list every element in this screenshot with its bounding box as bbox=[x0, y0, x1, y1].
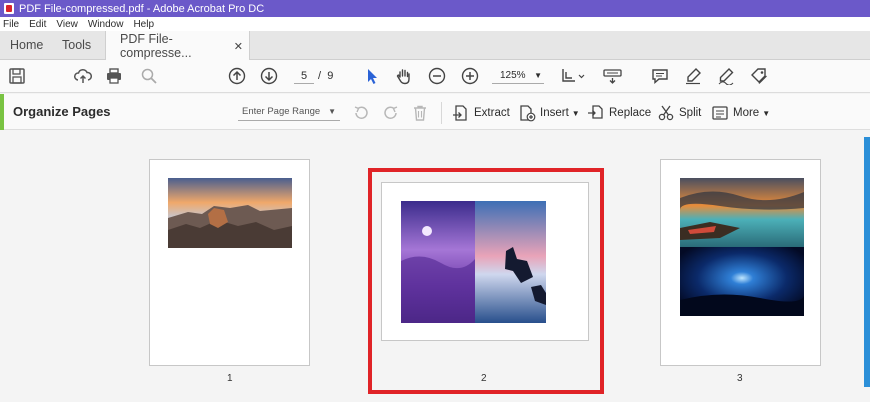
insert-page-icon bbox=[520, 105, 536, 122]
hand-tool-icon[interactable] bbox=[394, 66, 414, 86]
window-title: PDF File-compressed.pdf - Adobe Acrobat … bbox=[19, 2, 265, 15]
more-options-icon bbox=[712, 106, 728, 120]
zoom-in-icon[interactable] bbox=[460, 66, 480, 86]
chevron-down-icon: ▼ bbox=[762, 108, 771, 118]
replace-button[interactable]: Replace bbox=[587, 103, 651, 123]
more-label: More bbox=[733, 107, 760, 119]
page-3-lake-night-image bbox=[680, 178, 804, 316]
page-number-2: 2 bbox=[481, 373, 487, 384]
scrollbar[interactable] bbox=[864, 137, 870, 387]
page-range-placeholder: Enter Page Range bbox=[242, 106, 321, 117]
save-icon[interactable] bbox=[7, 66, 27, 86]
tab-document-label: PDF File-compresse... bbox=[120, 32, 192, 60]
page-number-3: 3 bbox=[737, 373, 743, 384]
chevron-down-icon: ▼ bbox=[534, 71, 542, 80]
highlight-icon[interactable] bbox=[683, 66, 703, 86]
rotate-right-icon[interactable] bbox=[382, 103, 404, 123]
keyboard-tool-icon[interactable] bbox=[601, 66, 625, 86]
page-count: / 9 bbox=[318, 70, 334, 82]
scissors-icon bbox=[658, 105, 674, 121]
tab-document[interactable]: PDF File-compresse... ✕ bbox=[105, 31, 250, 61]
close-icon[interactable]: ✕ bbox=[234, 40, 243, 53]
draw-sign-icon[interactable] bbox=[716, 66, 736, 86]
extract-label: Extract bbox=[474, 107, 510, 119]
current-page-input[interactable]: 5 bbox=[294, 68, 314, 84]
page-range-select[interactable]: Enter Page Range ▼ bbox=[238, 105, 340, 121]
menu-view[interactable]: View bbox=[56, 19, 78, 30]
main-toolbar: 5 / 9 125% ▼ bbox=[0, 60, 870, 93]
menu-bar: File Edit View Window Help bbox=[0, 17, 870, 31]
tool-accent-bar bbox=[0, 94, 4, 130]
next-page-icon[interactable] bbox=[259, 66, 279, 86]
split-label: Split bbox=[679, 107, 702, 119]
previous-page-icon[interactable] bbox=[227, 66, 247, 86]
page-number-1: 1 bbox=[227, 373, 233, 384]
extract-button[interactable]: Extract bbox=[452, 103, 510, 123]
select-cursor-icon[interactable] bbox=[362, 66, 382, 86]
page-thumbnail-3[interactable] bbox=[660, 159, 821, 366]
organize-pages-title: Organize Pages bbox=[13, 104, 111, 119]
rotate-left-icon[interactable] bbox=[352, 103, 374, 123]
selected-page-highlight bbox=[368, 168, 604, 394]
title-bar: PDF File-compressed.pdf - Adobe Acrobat … bbox=[0, 0, 870, 17]
delete-page-icon[interactable] bbox=[411, 103, 433, 123]
menu-file[interactable]: File bbox=[3, 19, 19, 30]
page-thumbnail-1[interactable] bbox=[149, 159, 310, 366]
organize-pages-toolbar: Organize Pages Enter Page Range ▼ Extrac… bbox=[0, 94, 870, 130]
zoom-level-select[interactable]: 125% ▼ bbox=[492, 68, 544, 84]
insert-label: Insert bbox=[540, 107, 569, 119]
tab-tools[interactable]: Tools bbox=[52, 31, 102, 59]
page-1-canyon-image bbox=[168, 178, 292, 248]
print-icon[interactable] bbox=[104, 66, 124, 86]
chevron-down-icon: ▼ bbox=[328, 107, 336, 116]
menu-window[interactable]: Window bbox=[88, 19, 124, 30]
insert-button[interactable]: Insert ▼ bbox=[518, 103, 580, 123]
menu-help[interactable]: Help bbox=[133, 19, 154, 30]
zoom-level-value: 125% bbox=[500, 70, 526, 81]
comment-icon[interactable] bbox=[650, 66, 670, 86]
tab-bar: Home Tools PDF File-compresse... ✕ bbox=[0, 31, 870, 61]
split-button[interactable]: Split bbox=[657, 103, 701, 123]
extract-icon bbox=[453, 105, 467, 121]
zoom-out-icon[interactable] bbox=[427, 66, 447, 86]
stamp-tag-icon[interactable] bbox=[749, 66, 769, 86]
tab-home[interactable]: Home bbox=[0, 31, 52, 59]
menu-edit[interactable]: Edit bbox=[29, 19, 46, 30]
acrobat-app-icon bbox=[4, 3, 14, 14]
chevron-down-icon: ▼ bbox=[571, 108, 580, 118]
more-button[interactable]: More ▼ bbox=[711, 103, 770, 123]
search-zoom-icon[interactable] bbox=[139, 66, 159, 86]
cloud-upload-icon[interactable] bbox=[73, 66, 93, 86]
toolbar-divider bbox=[441, 102, 442, 124]
page-fit-icon[interactable] bbox=[559, 66, 587, 86]
replace-label: Replace bbox=[609, 107, 652, 119]
replace-page-icon bbox=[588, 105, 603, 119]
